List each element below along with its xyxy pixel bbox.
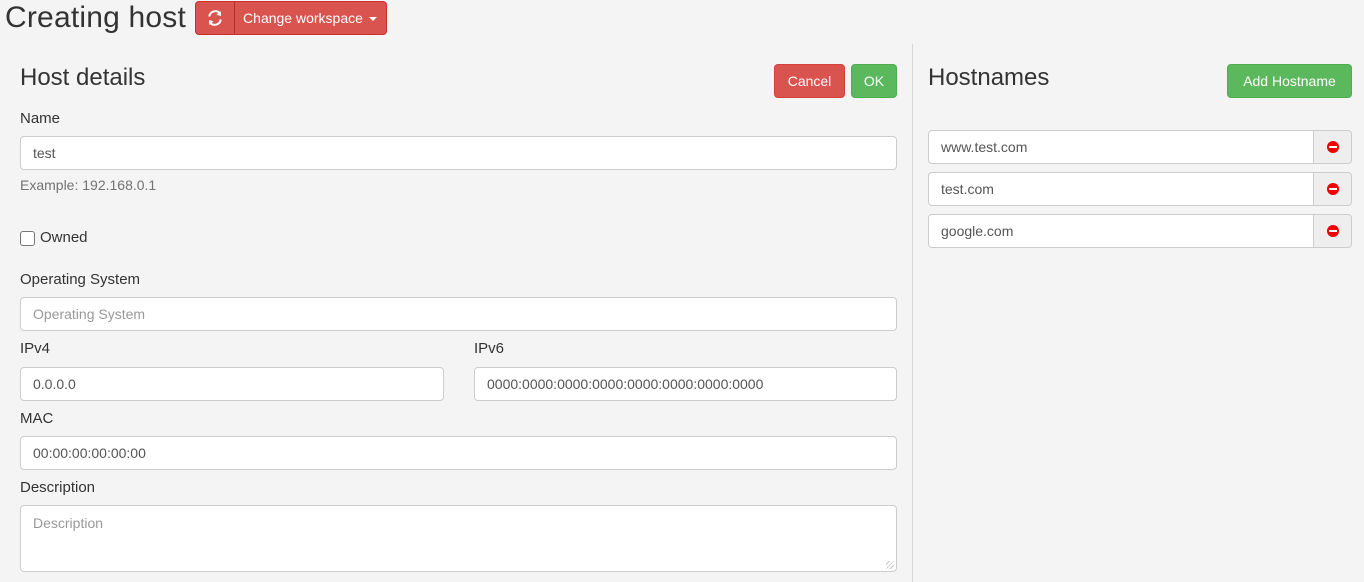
description-placeholder: Description xyxy=(33,515,104,531)
description-textarea[interactable]: Description xyxy=(20,505,897,572)
add-hostname-button[interactable]: Add Hostname xyxy=(1227,64,1352,98)
description-label: Description xyxy=(20,479,96,496)
ipv6-input[interactable]: 0000:0000:0000:0000:0000:0000:0000:0000 xyxy=(474,367,897,401)
panel-divider xyxy=(912,44,913,582)
caret-down-icon xyxy=(368,17,377,21)
name-help-text: Example: 192.168.0.1 xyxy=(20,177,157,193)
remove-hostname-button[interactable] xyxy=(1314,172,1352,206)
workspace-button-group: Change workspace xyxy=(195,1,387,35)
refresh-workspace-button[interactable] xyxy=(195,1,235,35)
resize-handle[interactable] xyxy=(886,561,894,569)
change-workspace-button[interactable]: Change workspace xyxy=(234,1,387,35)
name-label: Name xyxy=(20,110,61,127)
cancel-button[interactable]: Cancel xyxy=(774,64,845,98)
os-input[interactable]: Operating System xyxy=(20,297,897,331)
owned-checkbox-row: Owned xyxy=(20,228,88,246)
hostname-row: google.com xyxy=(928,214,1352,248)
name-input[interactable]: test xyxy=(20,136,897,170)
ipv4-label: IPv4 xyxy=(20,340,51,357)
minus-circle-icon xyxy=(1326,225,1339,237)
ipv4-input[interactable]: 0.0.0.0 xyxy=(20,367,444,401)
minus-circle-icon xyxy=(1326,141,1339,153)
remove-hostname-button[interactable] xyxy=(1314,214,1352,248)
mac-input[interactable]: 00:00:00:00:00:00 xyxy=(20,436,897,470)
refresh-icon xyxy=(208,10,222,26)
owned-checkbox[interactable] xyxy=(20,231,35,246)
hostname-input[interactable]: google.com xyxy=(928,214,1314,248)
change-workspace-label: Change workspace xyxy=(243,10,363,26)
os-label: Operating System xyxy=(20,271,141,288)
remove-hostname-button[interactable] xyxy=(1314,130,1352,164)
page-title: Creating host xyxy=(5,1,187,34)
hostname-row: www.test.com xyxy=(928,130,1352,164)
hostnames-title: Hostnames xyxy=(928,64,1050,91)
host-details-title: Host details xyxy=(20,64,146,91)
owned-label: Owned xyxy=(40,228,88,246)
mac-label: MAC xyxy=(20,410,54,427)
ipv6-label: IPv6 xyxy=(474,340,505,357)
ok-button[interactable]: OK xyxy=(851,64,897,98)
minus-circle-icon xyxy=(1326,183,1339,195)
hostname-input[interactable]: test.com xyxy=(928,172,1314,206)
hostname-input[interactable]: www.test.com xyxy=(928,130,1314,164)
page-header: Creating host Change workspace xyxy=(5,0,387,36)
hostname-row: test.com xyxy=(928,172,1352,206)
